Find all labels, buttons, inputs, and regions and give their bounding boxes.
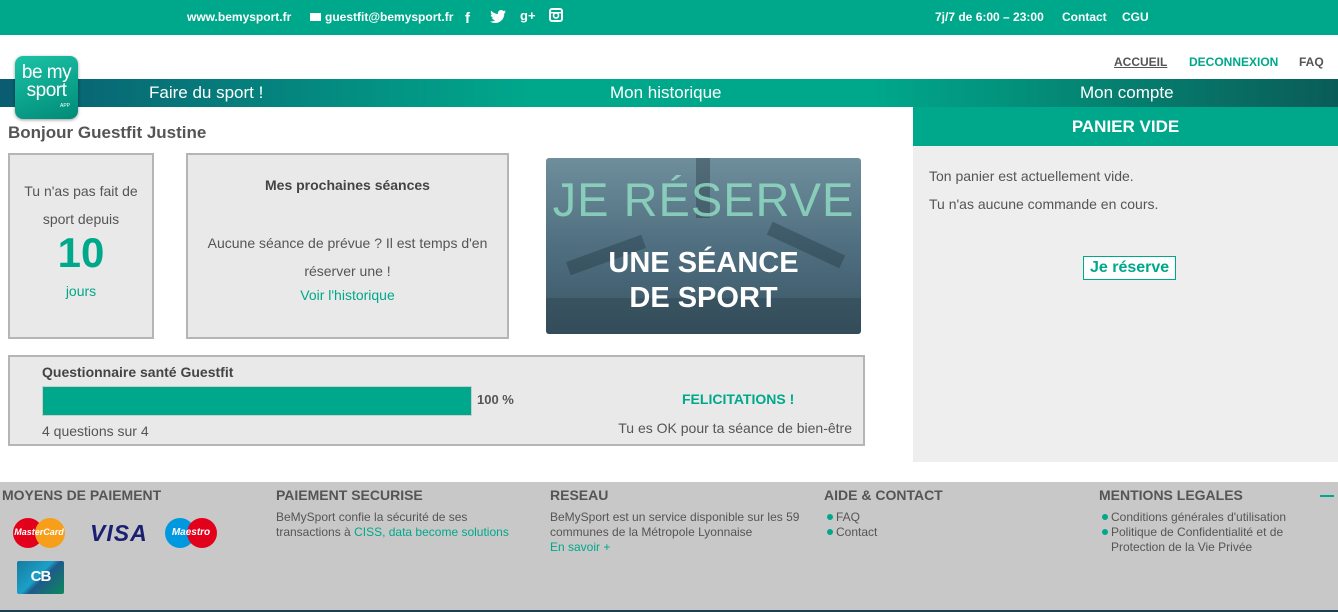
inactivity-days: 10 (57, 229, 105, 276)
home-link[interactable]: ACCUEIL (1114, 55, 1167, 69)
book-session-banner[interactable]: JE RÉSERVE UNE SÉANCE DE SPORT (546, 158, 861, 334)
promo-line2: DE SPORT (629, 282, 778, 314)
inactivity-unit: jours (65, 283, 97, 299)
footer-help: AIDE & CONTACT FAQ Contact (824, 488, 943, 540)
learn-more-link[interactable]: En savoir + (550, 540, 610, 554)
email-text: guestfit@bemysport.fr (325, 10, 454, 24)
mail-icon (310, 13, 321, 21)
promo-subtitle: UNE SÉANCE DE SPORT (546, 246, 861, 316)
progress-percent: 100 % (477, 392, 514, 407)
cart-empty-text: Ton panier est actuellement vide. (929, 168, 1134, 184)
footer-legal: MENTIONS LEGALES Conditions générales d'… (1099, 488, 1334, 555)
faq-link[interactable]: FAQ (1299, 55, 1324, 69)
promo-line1: UNE SÉANCE (608, 247, 799, 279)
site-link[interactable]: www.bemysport.fr (187, 10, 291, 24)
hours-text: 7j/7 de 6:00 – 23:00 (935, 10, 1044, 24)
footer-network: RESEAU BeMySport est un service disponib… (550, 488, 800, 555)
logout-link[interactable]: DECONNEXION (1189, 55, 1278, 69)
book-button[interactable]: Je réserve (1083, 256, 1177, 280)
ok-text: Tu es OK pour ta séance de bien-être (618, 420, 852, 436)
footer-faq-link[interactable]: FAQ (824, 510, 943, 525)
main-nav: Faire du sport ! Mon historique Mon comp… (0, 79, 1338, 107)
progress-fill (43, 387, 471, 415)
promo-big-text: JE RÉSERVE (552, 173, 855, 226)
questionnaire-title: Questionnaire santé Guestfit (42, 364, 234, 380)
payment-title: MOYENS DE PAIEMENT (2, 487, 162, 503)
instagram-icon[interactable] (549, 8, 563, 26)
terms-link[interactable]: Conditions générales d'utilisation (1099, 510, 1334, 525)
mastercard-label: MasterCard (14, 527, 64, 537)
cart-orders-text: Tu n'as aucune commande en cours. (929, 196, 1159, 212)
nav-do-sport[interactable]: Faire du sport ! (149, 83, 263, 103)
history-link[interactable]: Voir l'historique (188, 287, 507, 303)
contact-link[interactable]: Contact (1062, 10, 1107, 24)
privacy-link[interactable]: Politique de Confidentialité et de Prote… (1099, 525, 1334, 555)
legal-title: MENTIONS LEGALES (1099, 487, 1243, 503)
bemysport-logo[interactable]: be my sport APP (15, 56, 78, 119)
collapse-icon[interactable] (1320, 495, 1334, 497)
secure-title: PAIEMENT SECURISE (276, 487, 423, 503)
cb-logo: CB (17, 561, 64, 594)
sessions-message: Aucune séance de prévue ? Il est temps d… (207, 235, 488, 279)
google-plus-icon[interactable]: g+ (520, 8, 536, 23)
nav-history[interactable]: Mon historique (610, 83, 722, 103)
logo-line3: APP (59, 103, 70, 109)
next-sessions-card: Mes prochaines séances Aucune séance de … (186, 153, 509, 339)
inactivity-text: Tu n'as pas fait de sport depuis (24, 183, 138, 227)
inactivity-card: Tu n'as pas fait de sport depuis 10 jour… (8, 153, 154, 339)
sessions-title: Mes prochaines séances (265, 177, 430, 193)
questions-count: 4 questions sur 4 (42, 423, 149, 439)
footer-secure: PAIEMENT SECURISE BeMySport confie la sé… (276, 488, 516, 540)
cart-panel: PANIER VIDE Ton panier est actuellement … (913, 107, 1338, 462)
greeting-title: Bonjour Guestfit Justine (8, 123, 207, 142)
congrats-text: FELICITATIONS ! (682, 391, 795, 407)
network-title: RESEAU (550, 487, 609, 503)
mastercard-logo: MasterCard (13, 518, 65, 548)
cgu-link[interactable]: CGU (1122, 10, 1149, 24)
footer-payment: MOYENS DE PAIEMENT (2, 488, 161, 510)
questionnaire-progress-bar (42, 386, 472, 416)
twitter-icon[interactable] (490, 10, 506, 27)
top-bar: www.bemysport.fr guestfit@bemysport.fr f… (0, 0, 1338, 35)
ciss-link[interactable]: CISS, data become solutions (354, 525, 509, 539)
facebook-icon[interactable]: f (465, 10, 470, 27)
logo-line2: sport (26, 80, 67, 101)
network-text: BeMySport est un service disponible sur … (550, 510, 800, 539)
email-link[interactable]: guestfit@bemysport.fr (310, 10, 453, 24)
maestro-label: Maestro (171, 527, 211, 538)
maestro-logo: Maestro (165, 518, 217, 548)
cart-title: PANIER VIDE (913, 107, 1338, 146)
footer-contact-link[interactable]: Contact (824, 525, 943, 540)
help-title: AIDE & CONTACT (824, 487, 943, 503)
cb-label: CB (30, 568, 52, 585)
health-questionnaire-card: Questionnaire santé Guestfit 100 % 4 que… (8, 355, 865, 446)
visa-logo: VISA (90, 520, 148, 546)
nav-account[interactable]: Mon compte (1080, 83, 1174, 103)
